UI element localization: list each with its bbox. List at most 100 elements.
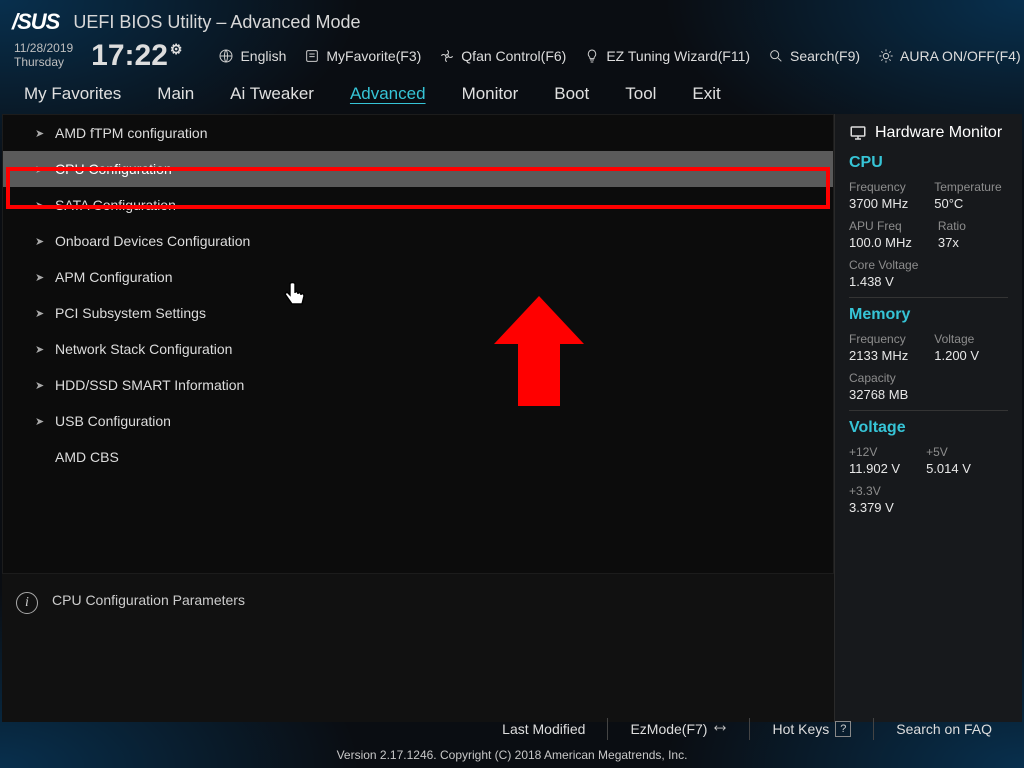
language-label: English (240, 48, 286, 64)
tab-advanced[interactable]: Advanced (332, 76, 444, 114)
version-text: Version 2.17.1246. Copyright (C) 2018 Am… (0, 746, 1024, 768)
memory-heading: Memory (849, 306, 1008, 324)
tab-tool[interactable]: Tool (607, 76, 674, 114)
info-icon: i (16, 592, 38, 614)
v5-value: 5.014 V (926, 461, 971, 476)
chevron-right-icon: ➤ (35, 307, 47, 320)
chevron-right-icon: ➤ (35, 163, 47, 176)
apu-freq-label: APU Freq (849, 219, 912, 233)
menu-item-pci-subsystem-settings[interactable]: ➤ PCI Subsystem Settings (3, 295, 833, 331)
mem-cap-value: 32768 MB (849, 387, 908, 402)
cpu-freq-value: 3700 MHz (849, 196, 908, 211)
v33-value: 3.379 V (849, 500, 894, 515)
tab-main[interactable]: Main (139, 76, 212, 114)
tab-ai-tweaker[interactable]: Ai Tweaker (212, 76, 332, 114)
menu-item-amd-cbs[interactable]: ➤AMD CBS (3, 439, 833, 475)
menu-item-label: APM Configuration (55, 269, 173, 285)
v12-value: 11.902 V (849, 461, 900, 476)
tab-my-favorites[interactable]: My Favorites (6, 76, 139, 114)
tab-boot[interactable]: Boot (536, 76, 607, 114)
apu-freq-value: 100.0 MHz (849, 235, 912, 250)
mem-volt-label: Voltage (934, 332, 979, 346)
tab-monitor[interactable]: Monitor (444, 76, 537, 114)
aura-icon (878, 48, 894, 64)
chevron-right-icon: ➤ (35, 199, 47, 212)
v5-label: +5V (926, 445, 971, 459)
menu-item-label: SATA Configuration (55, 197, 176, 213)
cpu-freq-label: Frequency (849, 180, 908, 194)
last-modified-button[interactable]: Last Modified (480, 718, 607, 740)
cpu-temp-value: 50°C (934, 196, 1001, 211)
cpu-ratio-value: 37x (938, 235, 966, 250)
hw-title: Hardware Monitor (875, 124, 1002, 142)
annotation-arrow (494, 296, 584, 406)
menu-item-sata-configuration[interactable]: ➤ SATA Configuration (3, 187, 833, 223)
question-key-icon: ? (835, 721, 851, 737)
search-icon (768, 48, 784, 64)
switch-icon (713, 721, 727, 738)
search-faq-label: Search on FAQ (896, 721, 992, 737)
menu-item-amd-ftpm-configuration[interactable]: ➤ AMD fTPM configuration (3, 115, 833, 151)
v33-label: +3.3V (849, 484, 894, 498)
search-button[interactable]: Search(F9) (768, 48, 860, 64)
menu-item-label: HDD/SSD SMART Information (55, 377, 244, 393)
cpu-heading: CPU (849, 154, 1008, 172)
chevron-right-icon: ➤ (35, 415, 47, 428)
language-button[interactable]: English (218, 48, 286, 64)
search-faq-button[interactable]: Search on FAQ (873, 718, 1024, 740)
hotkeys-button[interactable]: Hot Keys ? (749, 718, 873, 740)
bulb-icon (584, 48, 600, 64)
hotkeys-label: Hot Keys (772, 721, 829, 737)
qfan-label: Qfan Control(F6) (461, 48, 566, 64)
ezmode-button[interactable]: EzMode(F7) (607, 718, 749, 740)
date-value: 11/28/2019 (14, 42, 73, 56)
myfavorite-button[interactable]: MyFavorite(F3) (304, 48, 421, 64)
core-voltage-label: Core Voltage (849, 258, 918, 272)
core-voltage-value: 1.438 V (849, 274, 918, 289)
chevron-right-icon: ➤ (35, 271, 47, 284)
monitor-icon (849, 124, 867, 142)
menu-item-hdd-ssd-smart-information[interactable]: ➤ HDD/SSD SMART Information (3, 367, 833, 403)
menu-item-label: Onboard Devices Configuration (55, 233, 250, 249)
mem-freq-value: 2133 MHz (849, 348, 908, 363)
menu-item-label: CPU Configuration (55, 161, 172, 177)
menu-item-cpu-configuration[interactable]: ➤ CPU Configuration (3, 151, 833, 187)
menu-item-label: PCI Subsystem Settings (55, 305, 206, 321)
fan-icon (439, 48, 455, 64)
qfan-button[interactable]: Qfan Control(F6) (439, 48, 566, 64)
voltage-heading: Voltage (849, 419, 1008, 437)
menu-item-label: USB Configuration (55, 413, 171, 429)
search-label: Search(F9) (790, 48, 860, 64)
chevron-right-icon: ➤ (35, 379, 47, 392)
mem-volt-value: 1.200 V (934, 348, 979, 363)
menu-item-apm-configuration[interactable]: ➤ APM Configuration (3, 259, 833, 295)
mem-freq-label: Frequency (849, 332, 908, 346)
mem-cap-label: Capacity (849, 371, 908, 385)
aura-label: AURA ON/OFF(F4) (900, 48, 1021, 64)
day-value: Thursday (14, 56, 73, 70)
menu-item-network-stack-configuration[interactable]: ➤Network Stack Configuration (3, 331, 833, 367)
ezmode-label: EzMode(F7) (630, 721, 707, 737)
myfavorite-label: MyFavorite(F3) (326, 48, 421, 64)
menu-item-onboard-devices-configuration[interactable]: ➤ Onboard Devices Configuration (3, 223, 833, 259)
ez-tuning-button[interactable]: EZ Tuning Wizard(F11) (584, 48, 750, 64)
menu-item-label: Network Stack Configuration (55, 341, 232, 357)
gear-icon[interactable]: ⚙ (170, 41, 183, 58)
chevron-right-icon: ➤ (35, 127, 47, 140)
cpu-temp-label: Temperature (934, 180, 1001, 194)
menu-item-label: AMD fTPM configuration (55, 125, 208, 141)
time-value: 17:22 (91, 39, 168, 73)
help-text: CPU Configuration Parameters (52, 592, 245, 608)
page-title: UEFI BIOS Utility – Advanced Mode (73, 12, 360, 33)
aura-button[interactable]: AURA ON/OFF(F4) (878, 48, 1021, 64)
favorite-icon (304, 48, 320, 64)
menu-item-usb-configuration[interactable]: ➤ USB Configuration (3, 403, 833, 439)
chevron-right-icon: ➤ (35, 235, 47, 248)
cpu-ratio-label: Ratio (938, 219, 966, 233)
tab-exit[interactable]: Exit (674, 76, 738, 114)
brand-logo: /SUS (12, 9, 59, 35)
v12-label: +12V (849, 445, 900, 459)
ez-tuning-label: EZ Tuning Wizard(F11) (606, 48, 750, 64)
globe-icon (218, 48, 234, 64)
menu-item-label: AMD CBS (55, 449, 119, 465)
